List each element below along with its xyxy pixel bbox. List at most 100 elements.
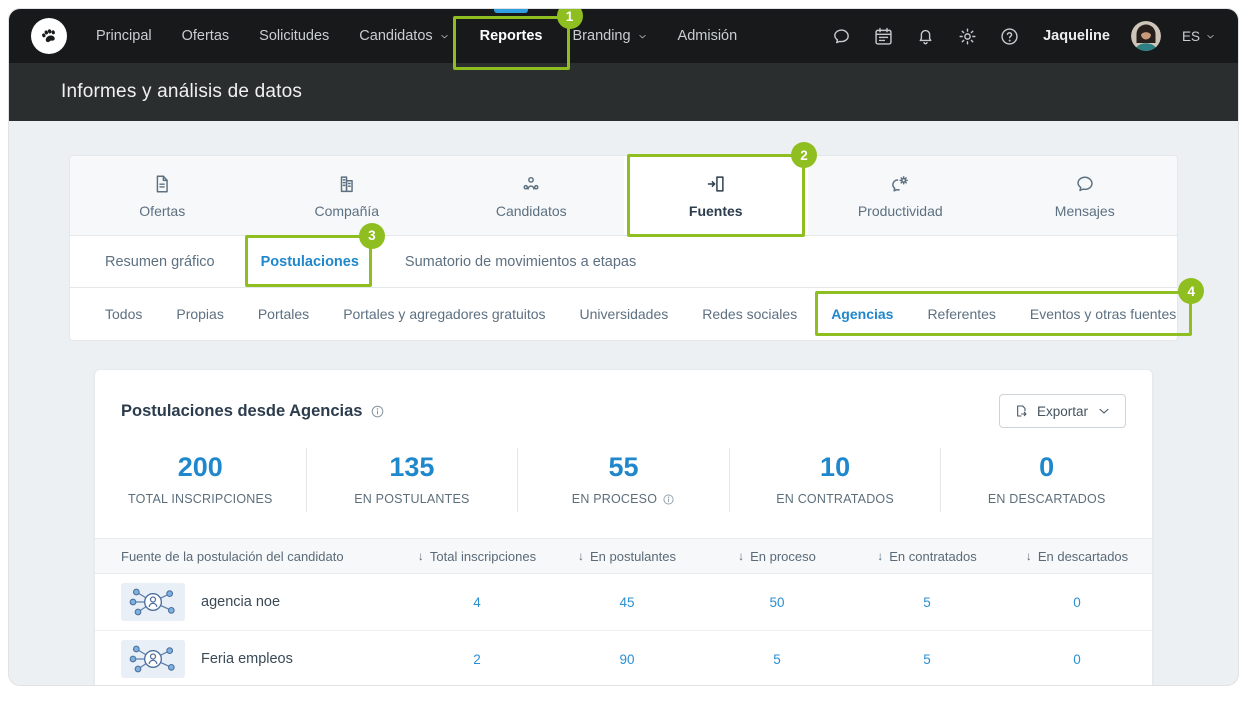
brand-logo[interactable] bbox=[31, 18, 67, 54]
document-icon bbox=[151, 173, 173, 195]
cell-en-contratados[interactable]: 5 bbox=[852, 595, 1002, 610]
nav-item-solicitudes[interactable]: Solicitudes bbox=[244, 9, 344, 63]
column-header-en-postulantes[interactable]: ↓En postulantes bbox=[552, 549, 702, 564]
column-header-en-contratados[interactable]: ↓En contratados bbox=[852, 549, 1002, 564]
cell-total-inscripciones[interactable]: 4 bbox=[402, 595, 552, 610]
filter-universidades[interactable]: Universidades bbox=[580, 306, 669, 322]
tab-productividad[interactable]: Productividad bbox=[808, 156, 993, 235]
filter-portales-agregadores[interactable]: Portales y agregadores gratuitos bbox=[343, 306, 545, 322]
stats-row: 200 TOTAL INSCRIPCIONES 135 EN POSTULANT… bbox=[95, 446, 1152, 538]
tab-ofertas[interactable]: Ofertas bbox=[70, 156, 255, 235]
table-row: Feria empleos 2 90 5 5 0 bbox=[95, 631, 1152, 686]
chat-icon[interactable] bbox=[831, 26, 852, 47]
navbar-actions: Jaqueline ES bbox=[831, 21, 1216, 51]
cell-en-proceso[interactable]: 50 bbox=[702, 595, 852, 610]
cell-en-proceso[interactable]: 5 bbox=[702, 652, 852, 667]
nav-item-ofertas[interactable]: Ofertas bbox=[167, 9, 245, 63]
nav-item-principal[interactable]: Principal bbox=[81, 9, 167, 63]
user-name[interactable]: Jaqueline bbox=[1043, 28, 1110, 44]
cell-en-contratados[interactable]: 5 bbox=[852, 652, 1002, 667]
stat-total-inscripciones: 200 TOTAL INSCRIPCIONES bbox=[95, 448, 307, 512]
stat-value: 200 bbox=[103, 452, 298, 483]
tab-mensajes[interactable]: Mensajes bbox=[993, 156, 1178, 235]
stat-label: TOTAL INSCRIPCIONES bbox=[128, 492, 273, 506]
cell-en-postulantes[interactable]: 45 bbox=[552, 595, 702, 610]
filter-agencias[interactable]: Agencias bbox=[831, 306, 893, 322]
subtab-resumen-grafico[interactable]: Resumen gráfico bbox=[105, 254, 215, 270]
people-icon bbox=[520, 173, 542, 195]
filter-referentes[interactable]: Referentes bbox=[927, 306, 995, 322]
tab-compania[interactable]: Compañía bbox=[255, 156, 440, 235]
cell-en-descartados[interactable]: 0 bbox=[1002, 652, 1152, 667]
chat-bubble-icon bbox=[1074, 173, 1096, 195]
stat-value: 135 bbox=[315, 452, 510, 483]
tab-fuentes[interactable]: Fuentes 2 bbox=[624, 156, 809, 235]
help-icon[interactable] bbox=[999, 26, 1020, 47]
nav-item-reportes[interactable]: Reportes 1 bbox=[465, 9, 558, 63]
filter-portales[interactable]: Portales bbox=[258, 306, 309, 322]
annotation-badge-4: 4 bbox=[1178, 278, 1204, 304]
report-tabs: Ofertas Compañía Candidatos Fuentes 2 bbox=[70, 156, 1177, 236]
stat-label: EN CONTRATADOS bbox=[776, 492, 894, 506]
tab-candidatos[interactable]: Candidatos bbox=[439, 156, 624, 235]
column-header-en-descartados[interactable]: ↓En descartados bbox=[1002, 549, 1152, 564]
cell-total-inscripciones[interactable]: 2 bbox=[402, 652, 552, 667]
source-name: Feria empleos bbox=[201, 651, 293, 667]
chevron-down-icon bbox=[1096, 403, 1112, 419]
stat-value: 0 bbox=[949, 452, 1144, 483]
table-row: agencia noe 4 45 50 5 0 bbox=[95, 574, 1152, 631]
nav-item-candidatos[interactable]: Candidatos bbox=[344, 9, 464, 63]
main-nav: Principal Ofertas Solicitudes Candidatos… bbox=[81, 9, 752, 63]
language-selector[interactable]: ES bbox=[1182, 29, 1216, 44]
sort-desc-icon: ↓ bbox=[578, 549, 584, 563]
info-icon[interactable] bbox=[370, 404, 385, 419]
filter-redes-sociales[interactable]: Redes sociales bbox=[702, 306, 797, 322]
column-header-total-inscripciones[interactable]: ↓Total inscripciones bbox=[402, 549, 552, 564]
bell-icon[interactable] bbox=[915, 26, 936, 47]
agency-network-icon bbox=[121, 640, 185, 678]
stat-value: 55 bbox=[526, 452, 721, 483]
stat-en-postulantes: 135 EN POSTULANTES bbox=[307, 448, 519, 512]
column-header-en-proceso[interactable]: ↓En proceso bbox=[702, 549, 852, 564]
export-button[interactable]: Exportar bbox=[999, 394, 1126, 428]
info-icon[interactable] bbox=[662, 493, 675, 506]
nav-item-admision[interactable]: Admisión bbox=[663, 9, 753, 63]
sort-desc-icon: ↓ bbox=[738, 549, 744, 563]
stat-value: 10 bbox=[738, 452, 933, 483]
gear-chat-icon bbox=[889, 173, 911, 195]
building-icon bbox=[336, 173, 358, 195]
page-title-bar: Informes y análisis de datos bbox=[9, 63, 1238, 121]
column-header-fuente: Fuente de la postulación del candidato bbox=[95, 549, 402, 564]
source-name-cell: Feria empleos bbox=[95, 640, 402, 678]
stat-label: EN DESCARTADOS bbox=[988, 492, 1106, 506]
stat-label: EN PROCESO bbox=[572, 492, 675, 506]
filter-eventos[interactable]: Eventos y otras fuentes bbox=[1030, 306, 1176, 322]
cell-en-descartados[interactable]: 0 bbox=[1002, 595, 1152, 610]
source-name: agencia noe bbox=[201, 594, 280, 610]
reports-panel: Ofertas Compañía Candidatos Fuentes 2 bbox=[69, 155, 1178, 341]
source-name-cell: agencia noe bbox=[95, 583, 402, 621]
filter-todos[interactable]: Todos bbox=[105, 306, 142, 322]
subtab-sumatorio[interactable]: Sumatorio de movimientos a etapas bbox=[405, 254, 636, 270]
stat-en-proceso: 55 EN PROCESO bbox=[518, 448, 730, 512]
door-arrow-icon bbox=[705, 173, 727, 195]
filter-propias[interactable]: Propias bbox=[176, 306, 223, 322]
chevron-down-icon bbox=[1205, 31, 1216, 42]
export-icon bbox=[1013, 403, 1029, 419]
subtab-postulaciones[interactable]: Postulaciones 3 bbox=[261, 254, 359, 270]
annotation-box-2 bbox=[627, 154, 806, 237]
content-area: Ofertas Compañía Candidatos Fuentes 2 bbox=[9, 121, 1238, 686]
agencias-report-card: Postulaciones desde Agencias Exportar 20… bbox=[94, 369, 1153, 686]
agency-network-icon bbox=[121, 583, 185, 621]
gear-icon[interactable] bbox=[957, 26, 978, 47]
table-header: Fuente de la postulación del candidato ↓… bbox=[95, 538, 1152, 574]
calendar-icon[interactable] bbox=[873, 26, 894, 47]
cell-en-postulantes[interactable]: 90 bbox=[552, 652, 702, 667]
sort-desc-icon: ↓ bbox=[418, 549, 424, 563]
top-navbar: Principal Ofertas Solicitudes Candidatos… bbox=[9, 9, 1238, 63]
avatar[interactable] bbox=[1131, 21, 1161, 51]
source-filters: Todos Propias Portales Portales y agrega… bbox=[70, 288, 1177, 340]
card-header: Postulaciones desde Agencias Exportar bbox=[95, 370, 1152, 446]
nav-item-branding[interactable]: Branding bbox=[558, 9, 663, 63]
stat-en-descartados: 0 EN DESCARTADOS bbox=[941, 448, 1152, 512]
